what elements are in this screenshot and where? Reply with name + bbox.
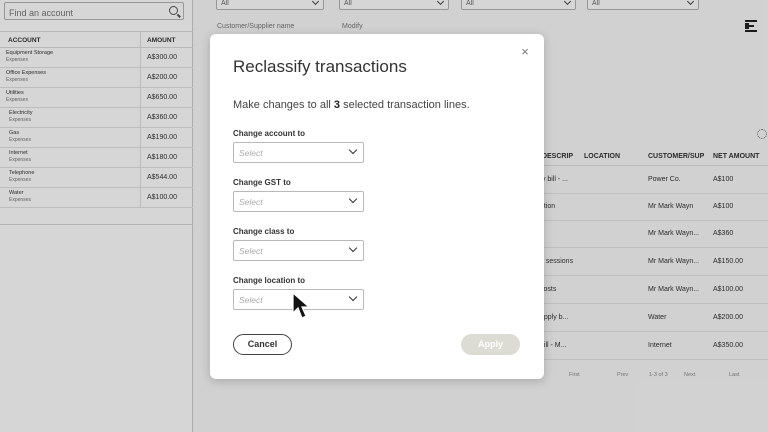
change-account-label: Change account to xyxy=(233,129,306,138)
chevron-down-icon xyxy=(348,145,358,155)
chevron-down-icon xyxy=(348,194,358,204)
change-gst-select[interactable]: Select xyxy=(233,191,364,212)
select-placeholder: Select xyxy=(239,197,263,207)
select-placeholder: Select xyxy=(239,295,263,305)
dialog-title: Reclassify transactions xyxy=(233,57,407,76)
dialog-subtitle: Make changes to all 3 selected transacti… xyxy=(233,99,470,111)
select-placeholder: Select xyxy=(239,246,263,256)
change-class-select[interactable]: Select xyxy=(233,240,364,261)
close-icon[interactable]: × xyxy=(519,45,531,58)
select-placeholder: Select xyxy=(239,148,263,158)
change-gst-label: Change GST to xyxy=(233,178,291,187)
change-location-label: Change location to xyxy=(233,276,305,285)
chevron-down-icon xyxy=(348,292,358,302)
change-account-select[interactable]: Select xyxy=(233,142,364,163)
subtitle-prefix: Make changes to all xyxy=(233,99,334,111)
cancel-button[interactable]: Cancel xyxy=(233,334,292,355)
change-class-label: Change class to xyxy=(233,227,295,236)
reclassify-dialog: × Reclassify transactions Make changes t… xyxy=(210,34,544,379)
reclassify-transactions-screen: ACCOUNT AMOUNT Equipment StorageExpenses… xyxy=(0,0,768,432)
apply-button[interactable]: Apply xyxy=(461,334,520,355)
mouse-pointer-icon xyxy=(292,292,311,319)
chevron-down-icon xyxy=(348,243,358,253)
subtitle-suffix: selected transaction lines. xyxy=(340,99,470,111)
